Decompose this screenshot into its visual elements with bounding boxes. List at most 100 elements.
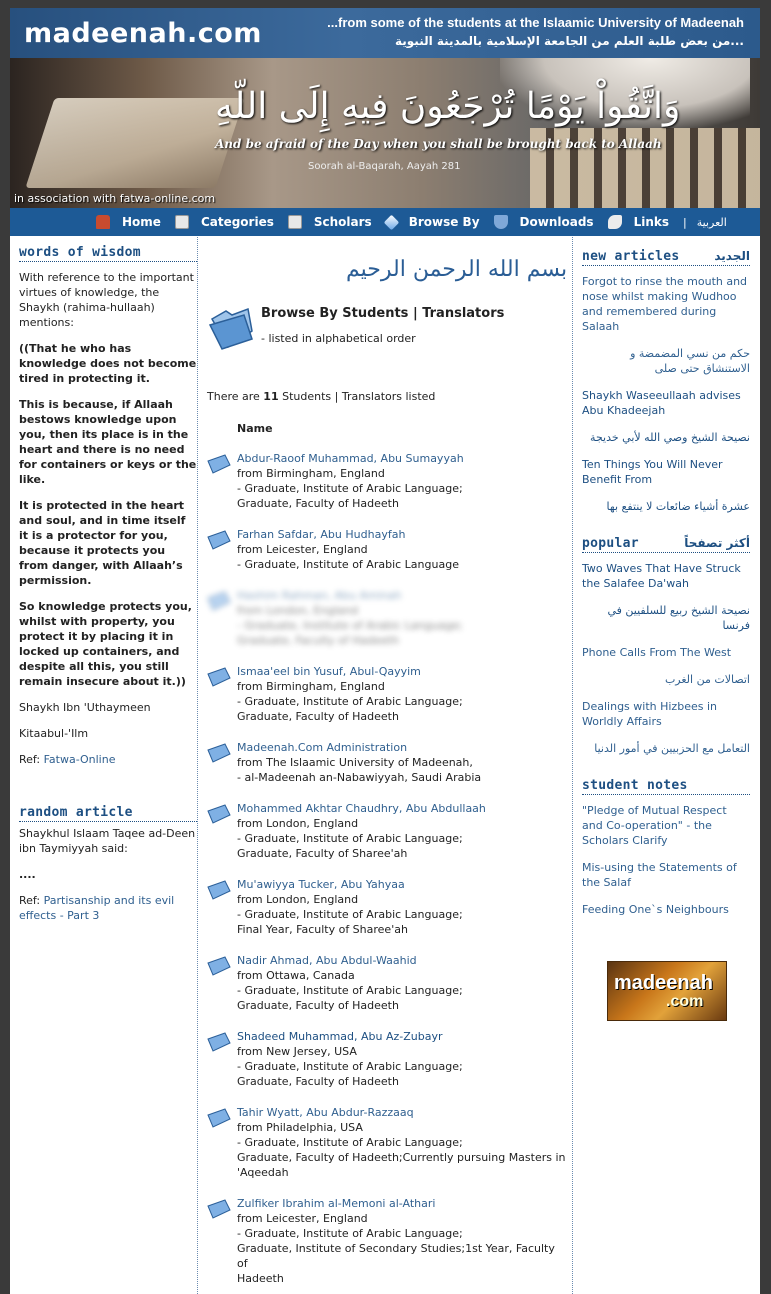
tagline-arabic: ...من بعض طلبة العلم من الجامعة الإسلامي… [394, 34, 744, 48]
student-detail: Graduate, Faculty of Hadeeth [237, 710, 399, 723]
folder-icon [207, 591, 231, 611]
random-ref-label: Ref: [19, 894, 44, 907]
student-link[interactable]: Mu'awiyya Tucker, Abu Yahyaa [237, 878, 405, 891]
home-icon [96, 215, 110, 229]
column-header-name: Name [237, 422, 273, 435]
popular-article-link[interactable]: نصيحة الشيخ ربيع للسلفيين في فرنسا [582, 603, 750, 633]
page-title: Browse By Students | Translators [261, 306, 505, 321]
random-quote: .... [19, 868, 36, 881]
student-detail: 'Aqeedah [237, 1166, 289, 1179]
random-intro: Shaykhul Islaam Taqee ad-Deen ibn Taymiy… [19, 827, 196, 855]
student-detail: from Birmingham, England [237, 680, 385, 693]
nav-scholars[interactable]: Scholars [287, 215, 372, 229]
new-articles-title: new articles [582, 249, 680, 264]
student-detail: from New Jersey, USA [237, 1045, 357, 1058]
left-sidebar: words of wisdom With reference to the im… [19, 245, 197, 934]
student-note-link[interactable]: "Pledge of Mutual Respect and Co-operati… [582, 803, 750, 848]
list-item: Madeenah.Com Administration from The Isl… [207, 740, 567, 785]
popular-article-link[interactable]: اتصالات من الغرب [582, 672, 750, 687]
tag-icon [607, 215, 622, 229]
list-item: Shadeed Muhammad, Abu Az-Zubayr from New… [207, 1029, 567, 1089]
popular-article-link[interactable]: Dealings with Hizbees in Worldly Affairs [582, 699, 750, 729]
wisdom-ref: Ref: Fatwa-Online [19, 752, 197, 767]
student-detail: from Leicester, England [237, 1212, 368, 1225]
student-link[interactable]: Farhan Safdar, Abu Hudhayfah [237, 528, 405, 541]
student-detail: from London, England [237, 893, 359, 906]
student-detail: Hadeeth [237, 1272, 284, 1285]
folder-icon [207, 667, 231, 687]
list-item: Farhan Safdar, Abu Hudhayfah from Leices… [207, 527, 567, 572]
words-of-wisdom-heading: words of wisdom [19, 245, 197, 262]
new-article-link[interactable]: Forgot to rinse the mouth and nose whils… [582, 274, 750, 334]
student-link[interactable]: Madeenah.Com Administration [237, 741, 407, 754]
count-value: 11 [263, 390, 279, 403]
wisdom-paragraph-4: So knowledge protects you, whilst with p… [19, 600, 192, 688]
new-articles-heading: new articles الجديد [582, 249, 750, 266]
new-article-link[interactable]: Shaykh Waseeullaah advises Abu Khadeejah [582, 388, 750, 418]
folder-icon [207, 743, 231, 763]
new-article-link[interactable]: Ten Things You Will Never Benefit From [582, 457, 750, 487]
nav-home-label: Home [122, 215, 161, 229]
count-suffix: Students | Translators listed [278, 390, 436, 403]
page-subtitle: - listed in alphabetical order [261, 332, 416, 345]
new-article-link[interactable]: حكم من نسي المضمضة و الاستنشاق حتى صلى [582, 346, 750, 376]
nav-links[interactable]: Links [607, 215, 669, 229]
student-detail: Graduate, Faculty of Hadeeth [237, 497, 399, 510]
wisdom-author: Shaykh Ibn 'Uthaymeen [19, 701, 151, 714]
site-header: madeenah.com ...from some of the student… [10, 8, 760, 208]
student-detail: - Graduate, Institute of Arabic Language… [237, 695, 463, 708]
student-detail: Graduate, Faculty of Sharee'ah [237, 847, 408, 860]
student-link[interactable]: Tahir Wyatt, Abu Abdur-Razzaaq [237, 1106, 414, 1119]
list-item: Mohammed Akhtar Chaudhry, Abu Abdullaah … [207, 801, 567, 861]
popular-article-link[interactable]: التعامل مع الحزبيين في أمور الدنيا [582, 741, 750, 756]
student-detail: Graduate, Faculty of Hadeeth [237, 999, 399, 1012]
student-detail: - Graduate, Institute of Arabic Language… [237, 984, 463, 997]
association-text[interactable]: in association with fatwa-online.com [14, 192, 215, 205]
new-article-link[interactable]: عشرة أشياء ضائعات لا ينتفع بها [582, 499, 750, 514]
student-link[interactable]: Ismaa'eel bin Yusuf, Abul-Qayyim [237, 665, 421, 678]
popular-title: popular [582, 536, 639, 551]
student-detail: - Graduate, Institute of Arabic Language [237, 558, 459, 571]
student-detail: Graduate, Institute of Secondary Studies… [237, 1242, 555, 1270]
student-link[interactable]: Abdur-Raoof Muhammad, Abu Sumayyah [237, 452, 464, 465]
student-link[interactable]: Nadir Ahmad, Abu Abdul-Waahid [237, 954, 417, 967]
student-link[interactable]: Hashim Rahman, Abu Aminah [237, 589, 401, 602]
popular-article-link[interactable]: Two Waves That Have Struck the Salafee D… [582, 561, 750, 591]
popular-article-link[interactable]: Phone Calls From The West [582, 645, 750, 660]
random-article-heading: random article [19, 805, 197, 822]
popular-title-arabic: أكثر تصفحاً [684, 536, 750, 550]
student-detail: - Graduate, Institute of Arabic Language… [237, 619, 463, 632]
nav-downloads[interactable]: Downloads [493, 215, 594, 229]
list-item: Tahir Wyatt, Abu Abdur-Razzaaq from Phil… [207, 1105, 567, 1180]
student-note-link[interactable]: Feeding One`s Neighbours [582, 902, 750, 917]
wisdom-intro: With reference to the important virtues … [19, 271, 194, 329]
site-logo[interactable]: madeenah.com [24, 18, 262, 49]
verse-reference: Soorah al-Baqarah, Aayah 281 [308, 161, 461, 172]
wisdom-paragraph-3: It is protected in the heart and soul, a… [19, 499, 186, 587]
folder-icon [207, 530, 231, 550]
student-detail: - Graduate, Institute of Arabic Language… [237, 482, 463, 495]
document-icon [174, 215, 189, 229]
wisdom-ref-link[interactable]: Fatwa-Online [44, 753, 116, 766]
student-link[interactable]: Shadeed Muhammad, Abu Az-Zubayr [237, 1030, 443, 1043]
book-image [25, 98, 245, 188]
student-link[interactable]: Zulfiker Ibrahim al-Memoni al-Athari [237, 1197, 435, 1210]
list-item: Nadir Ahmad, Abu Abdul-Waahid from Ottaw… [207, 953, 567, 1013]
student-link[interactable]: Mohammed Akhtar Chaudhry, Abu Abdullaah [237, 802, 486, 815]
student-list: Abdur-Raoof Muhammad, Abu Sumayyah from … [207, 451, 567, 1286]
count-line: There are 11 Students | Translators list… [207, 390, 435, 403]
list-item: Mu'awiyya Tucker, Abu Yahyaa from London… [207, 877, 567, 937]
nav-categories[interactable]: Categories [174, 215, 274, 229]
nav-home[interactable]: Home [96, 215, 161, 229]
list-item: Ismaa'eel bin Yusuf, Abul-Qayyim from Bi… [207, 664, 567, 724]
student-detail: Graduate, Faculty of Hadeeth [237, 634, 399, 647]
new-article-link[interactable]: نصيحة الشيخ وصي الله لأبي خديجة [582, 430, 750, 445]
nav-browse-by[interactable]: Browse By [383, 214, 480, 230]
student-note-link[interactable]: Mis-using the Statements of the Salaf [582, 860, 750, 890]
folder-icon [207, 1108, 231, 1128]
nav-arabic-link[interactable]: العربية [697, 216, 727, 229]
folder-icon [207, 1032, 231, 1052]
wisdom-book: Kitaabul-'Ilm [19, 727, 89, 740]
madeenah-badge[interactable]: madeenah .com [607, 961, 727, 1021]
wisdom-ref-label: Ref: [19, 753, 44, 766]
